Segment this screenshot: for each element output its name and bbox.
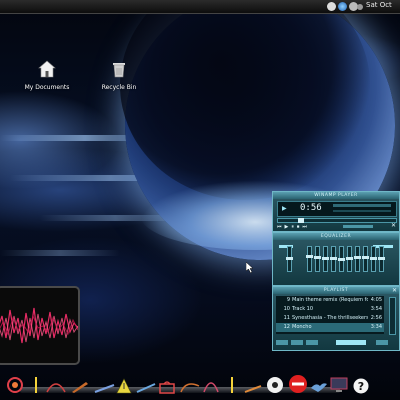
play-indicator-icon: ▶ [282, 205, 287, 212]
track-number: 12 [283, 324, 290, 330]
eq-band-slider[interactable] [346, 246, 353, 272]
trash-icon [113, 63, 125, 78]
close-icon[interactable]: ✕ [392, 287, 397, 294]
desktop-icon-label: Recycle Bin [101, 84, 137, 91]
triangle-icon[interactable] [116, 378, 132, 394]
playlist-scrollbar[interactable] [389, 297, 396, 335]
screen-icon[interactable] [330, 376, 348, 394]
close-icon[interactable]: ✕ [391, 222, 396, 229]
clock[interactable]: Sat Oct [366, 1, 392, 9]
track-duration: 3:34 [370, 324, 382, 330]
track-duration: 3:54 [370, 306, 382, 312]
track-title: Synesthasia - The thrillseekers [292, 315, 368, 321]
eq-band-slider[interactable] [370, 246, 377, 272]
remove-button[interactable] [291, 340, 303, 345]
winamp-main-window[interactable]: WINAMP PLAYER ▶ 0:56 ⏮▶⏸⏹⏭ ✕ [272, 191, 400, 232]
desktop-icon-label: My Documents [24, 84, 70, 91]
mouse-pointer-icon [246, 262, 254, 273]
track-title: Main theme remix (Requiem for ... [292, 297, 368, 303]
disc-icon[interactable] [266, 376, 284, 394]
playlist-row[interactable]: 11 Synesthasia - The thrillseekers 2:56 [276, 314, 384, 323]
transport-controls: ⏮▶⏸⏹⏭ [277, 224, 310, 230]
palette-icon[interactable] [202, 378, 220, 394]
add-button[interactable] [276, 340, 288, 345]
playlist-row[interactable]: 9 Main theme remix (Requiem for ... 4:05 [276, 296, 384, 305]
track-duration: 4:05 [370, 297, 382, 303]
eq-band-slider[interactable] [338, 246, 345, 272]
eq-band-slider[interactable] [314, 246, 321, 272]
desktop-icon-my-documents[interactable]: My Documents [22, 60, 72, 91]
bag-icon[interactable] [158, 380, 176, 394]
seek-bar[interactable] [277, 218, 397, 223]
flame-icon[interactable] [244, 382, 262, 394]
eq-band-slider[interactable] [354, 246, 361, 272]
winamp-equalizer[interactable]: EQUALIZER [272, 232, 400, 286]
song-marquee [333, 204, 391, 207]
track-title: Moncho [292, 324, 312, 330]
winamp-playlist[interactable]: PLAYLIST ✕ 9 Main theme remix (Requiem f… [272, 286, 400, 351]
list-options-button[interactable] [376, 340, 388, 345]
eq-band-slider[interactable] [330, 246, 337, 272]
bird-icon[interactable] [310, 380, 328, 394]
app-swirl-icon[interactable] [6, 376, 24, 394]
svg-text:?: ? [358, 380, 364, 393]
seek-handle[interactable] [298, 218, 304, 223]
bow-icon[interactable] [46, 380, 66, 394]
line-icon[interactable] [136, 382, 156, 394]
select-button[interactable] [306, 340, 318, 345]
previous-icon[interactable]: ⏮ [277, 224, 285, 230]
volume-slider[interactable] [343, 225, 373, 228]
waveform-graphic [0, 307, 78, 344]
desktop-icon-recycle-bin[interactable]: Recycle Bin [94, 60, 144, 91]
spectrum-strip [333, 210, 391, 212]
eq-preamp-slider[interactable] [286, 246, 293, 272]
winamp-title-bar[interactable]: WINAMP PLAYER [273, 192, 399, 199]
winamp-player[interactable]: WINAMP PLAYER ▶ 0:56 ⏮▶⏸⏹⏭ ✕ EQUALIZER P… [272, 191, 400, 351]
winamp-time[interactable]: 0:56 [300, 203, 322, 213]
track-number: 10 [283, 306, 290, 312]
help-icon[interactable]: ? [353, 378, 369, 394]
track-number: 11 [283, 315, 290, 321]
brush-icon[interactable] [70, 380, 90, 394]
playlist-row[interactable]: 10 Track 10 3:54 [276, 305, 384, 314]
track-title: Track 10 [292, 306, 314, 312]
browser-icon[interactable] [338, 2, 347, 11]
top-panel: Sat Oct [0, 0, 400, 14]
playlist-list[interactable]: 9 Main theme remix (Requiem for ... 4:05… [276, 296, 384, 334]
eq-band-slider[interactable] [362, 246, 369, 272]
curve-icon[interactable] [180, 380, 200, 394]
audio-visualizer-widget[interactable] [0, 286, 80, 365]
home-icon [38, 60, 56, 78]
track-duration: 2:56 [370, 315, 382, 321]
playlist-title: PLAYLIST [273, 287, 399, 294]
eq-band-slider[interactable] [322, 246, 329, 272]
pencil-icon[interactable] [94, 382, 116, 394]
red-button-icon[interactable] [288, 374, 308, 394]
playlist-toolbar [276, 338, 396, 346]
next-icon[interactable]: ⏭ [302, 224, 310, 230]
playlist-row-selected[interactable]: 12 Moncho 3:34 [276, 323, 384, 332]
equalizer-title: EQUALIZER [273, 233, 399, 240]
pen-icon[interactable] [228, 376, 236, 394]
eq-band-slider[interactable] [378, 246, 385, 272]
user-icon[interactable] [357, 4, 363, 10]
dock: ? [0, 367, 400, 400]
network-icon[interactable] [327, 2, 336, 11]
eq-band-slider[interactable] [306, 246, 313, 272]
playlist-time-display [336, 340, 366, 345]
pen-icon[interactable] [32, 376, 40, 394]
nebula-streak [0, 250, 120, 256]
track-number: 9 [286, 297, 290, 303]
